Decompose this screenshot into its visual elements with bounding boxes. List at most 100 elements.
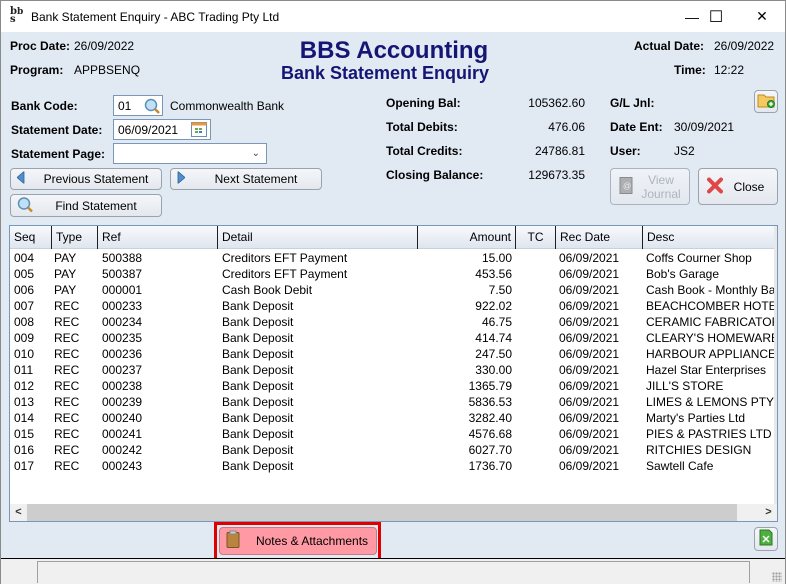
folder-add-icon — [757, 92, 775, 111]
find-statement-button[interactable]: Find Statement — [10, 194, 162, 217]
column-header-ref[interactable]: Ref — [98, 226, 218, 249]
scroll-left-arrow[interactable]: < — [10, 504, 27, 521]
table-row[interactable]: 013 REC 000239 Bank Deposit 5836.53 06/09/202… — [10, 394, 776, 410]
column-header-desc[interactable]: Desc — [643, 226, 776, 249]
bank-code-label: Bank Code: — [11, 99, 78, 113]
table-row[interactable]: 005 PAY 500387 Creditors EFT Payment 453.56 0… — [10, 266, 776, 282]
resize-grip-icon[interactable] — [772, 572, 782, 582]
table-row[interactable]: 010 REC 000236 Bank Deposit 247.50 06/09/2021… — [10, 346, 776, 362]
arrow-right-icon — [177, 170, 186, 187]
cell-desc: Hazel Star Enterprises — [646, 363, 767, 377]
cell-detail: Bank Deposit — [222, 443, 294, 457]
cell-rec-date: 06/09/2021 — [559, 251, 620, 265]
calendar-icon[interactable] — [191, 122, 207, 137]
table-row[interactable]: 007 REC 000233 Bank Deposit 922.02 06/09/2021… — [10, 298, 776, 314]
journal-icon: @ — [619, 176, 633, 197]
cell-detail: Bank Deposit — [222, 427, 294, 441]
bank-code-field[interactable]: 01 — [113, 95, 163, 116]
horizontal-scrollbar[interactable]: < > — [10, 504, 777, 521]
user-label: User: — [610, 144, 641, 158]
table-row[interactable]: 015 REC 000241 Bank Deposit 4576.68 06/09/202… — [10, 426, 776, 442]
cell-desc: HARBOUR APPLIANCES — [646, 347, 776, 361]
application-window: bb s Bank Statement Enquiry - ABC Trading… — [0, 0, 786, 584]
cell-desc: Marty's Parties Ltd — [646, 411, 745, 425]
column-header-type[interactable]: Type — [52, 226, 98, 249]
table-row[interactable]: 011 REC 000237 Bank Deposit 330.00 06/09/2021… — [10, 362, 776, 378]
cell-type: REC — [54, 315, 80, 329]
cell-seq: 016 — [14, 443, 35, 457]
cell-desc: RITCHIES DESIGN — [646, 443, 752, 457]
export-excel-button[interactable] — [754, 527, 778, 551]
table-row[interactable]: 008 REC 000234 Bank Deposit 46.75 06/09/2021 C… — [10, 314, 776, 330]
cell-tc — [516, 458, 556, 474]
column-header-seq[interactable]: Seq — [10, 226, 52, 249]
cell-detail: Bank Deposit — [222, 411, 294, 425]
bank-code-value: 01 — [118, 99, 132, 113]
statement-page-select[interactable]: ⌄ — [113, 143, 267, 164]
add-folder-button[interactable] — [754, 90, 778, 113]
cell-seq: 004 — [14, 251, 35, 265]
scroll-right-arrow[interactable]: > — [760, 504, 777, 521]
cell-type: REC — [54, 299, 80, 313]
transactions-table: Seq Type Ref Detail Amount TC Rec Date D… — [9, 225, 778, 522]
notes-attachments-button[interactable]: Notes & Attachments — [219, 527, 377, 555]
proc-date-value: 26/09/2022 — [74, 39, 135, 53]
column-header-amount[interactable]: Amount — [418, 226, 516, 249]
column-header-rec-date[interactable]: Rec Date — [556, 226, 643, 249]
cell-ref: 000242 — [102, 443, 143, 457]
table-row[interactable]: 014 REC 000240 Bank Deposit 3282.40 06/09/202… — [10, 410, 776, 426]
cell-type: REC — [54, 379, 80, 393]
previous-statement-button[interactable]: Previous Statement — [10, 168, 162, 190]
time-label: Time: — [674, 63, 706, 77]
cell-detail: Cash Book Debit — [222, 283, 313, 297]
cell-amount: 46.75 — [481, 315, 512, 329]
page-title: Bank Statement Enquiry — [280, 63, 490, 83]
statement-date-label: Statement Date: — [11, 123, 103, 137]
cell-rec-date: 06/09/2021 — [559, 299, 620, 313]
cell-tc — [516, 442, 556, 458]
close-window-button[interactable]: ✕ — [739, 1, 785, 32]
column-header-tc[interactable]: TC — [516, 226, 556, 249]
cell-detail: Bank Deposit — [222, 395, 294, 409]
table-row[interactable]: 009 REC 000235 Bank Deposit 414.74 06/09/2021… — [10, 330, 776, 346]
arrow-left-icon — [16, 170, 25, 187]
find-statement-label: Find Statement — [55, 198, 137, 213]
cell-rec-date: 06/09/2021 — [559, 283, 620, 297]
opening-bal-value: 105362.60 — [528, 96, 585, 110]
cell-tc — [516, 426, 556, 442]
cell-ref: 000233 — [102, 299, 143, 313]
cell-detail: Creditors EFT Payment — [222, 267, 348, 281]
date-ent-label: Date Ent: — [610, 120, 663, 134]
next-statement-label: Next Statement — [214, 172, 298, 186]
view-journal-line1: View — [648, 172, 674, 187]
view-journal-button[interactable]: @ View Journal — [610, 168, 690, 205]
cell-ref: 000238 — [102, 379, 143, 393]
table-row[interactable]: 017 REC 000243 Bank Deposit 1736.70 06/09/202… — [10, 458, 776, 474]
cell-desc: JILL'S STORE — [646, 379, 724, 393]
column-header-detail[interactable]: Detail — [218, 226, 418, 249]
cell-detail: Bank Deposit — [222, 459, 294, 473]
vertical-scrollbar[interactable] — [774, 226, 777, 504]
window-title: Bank Statement Enquiry - ABC Trading Pty… — [31, 10, 280, 24]
cell-amount: 15.00 — [481, 251, 512, 265]
cell-rec-date: 06/09/2021 — [559, 363, 620, 377]
actual-date-label: Actual Date: — [634, 39, 705, 53]
statement-date-field[interactable]: 06/09/2021 — [113, 119, 211, 140]
lookup-search-icon[interactable] — [144, 98, 160, 114]
status-bar-panel — [37, 561, 750, 583]
cell-detail: Bank Deposit — [222, 315, 294, 329]
close-button[interactable]: Close — [698, 168, 778, 205]
table-row[interactable]: 016 REC 000242 Bank Deposit 6027.70 06/09/202… — [10, 442, 776, 458]
cell-detail: Bank Deposit — [222, 379, 294, 393]
next-statement-button[interactable]: Next Statement — [170, 168, 322, 190]
cell-ref: 000239 — [102, 395, 143, 409]
table-row[interactable]: 012 REC 000238 Bank Deposit 1365.79 06/09/202… — [10, 378, 776, 394]
cell-seq: 012 — [14, 379, 35, 393]
cell-ref: 000237 — [102, 363, 143, 377]
maximize-button[interactable]: ☐ — [693, 1, 739, 32]
scrollbar-thumb[interactable] — [27, 504, 737, 521]
table-row[interactable]: 004 PAY 500388 Creditors EFT Payment 15.00 06… — [10, 250, 776, 266]
cell-desc: CERAMIC FABRICATORS — [646, 315, 776, 329]
cell-type: REC — [54, 363, 80, 377]
table-row[interactable]: 006 PAY 000001 Cash Book Debit 7.50 06/09/202… — [10, 282, 776, 298]
